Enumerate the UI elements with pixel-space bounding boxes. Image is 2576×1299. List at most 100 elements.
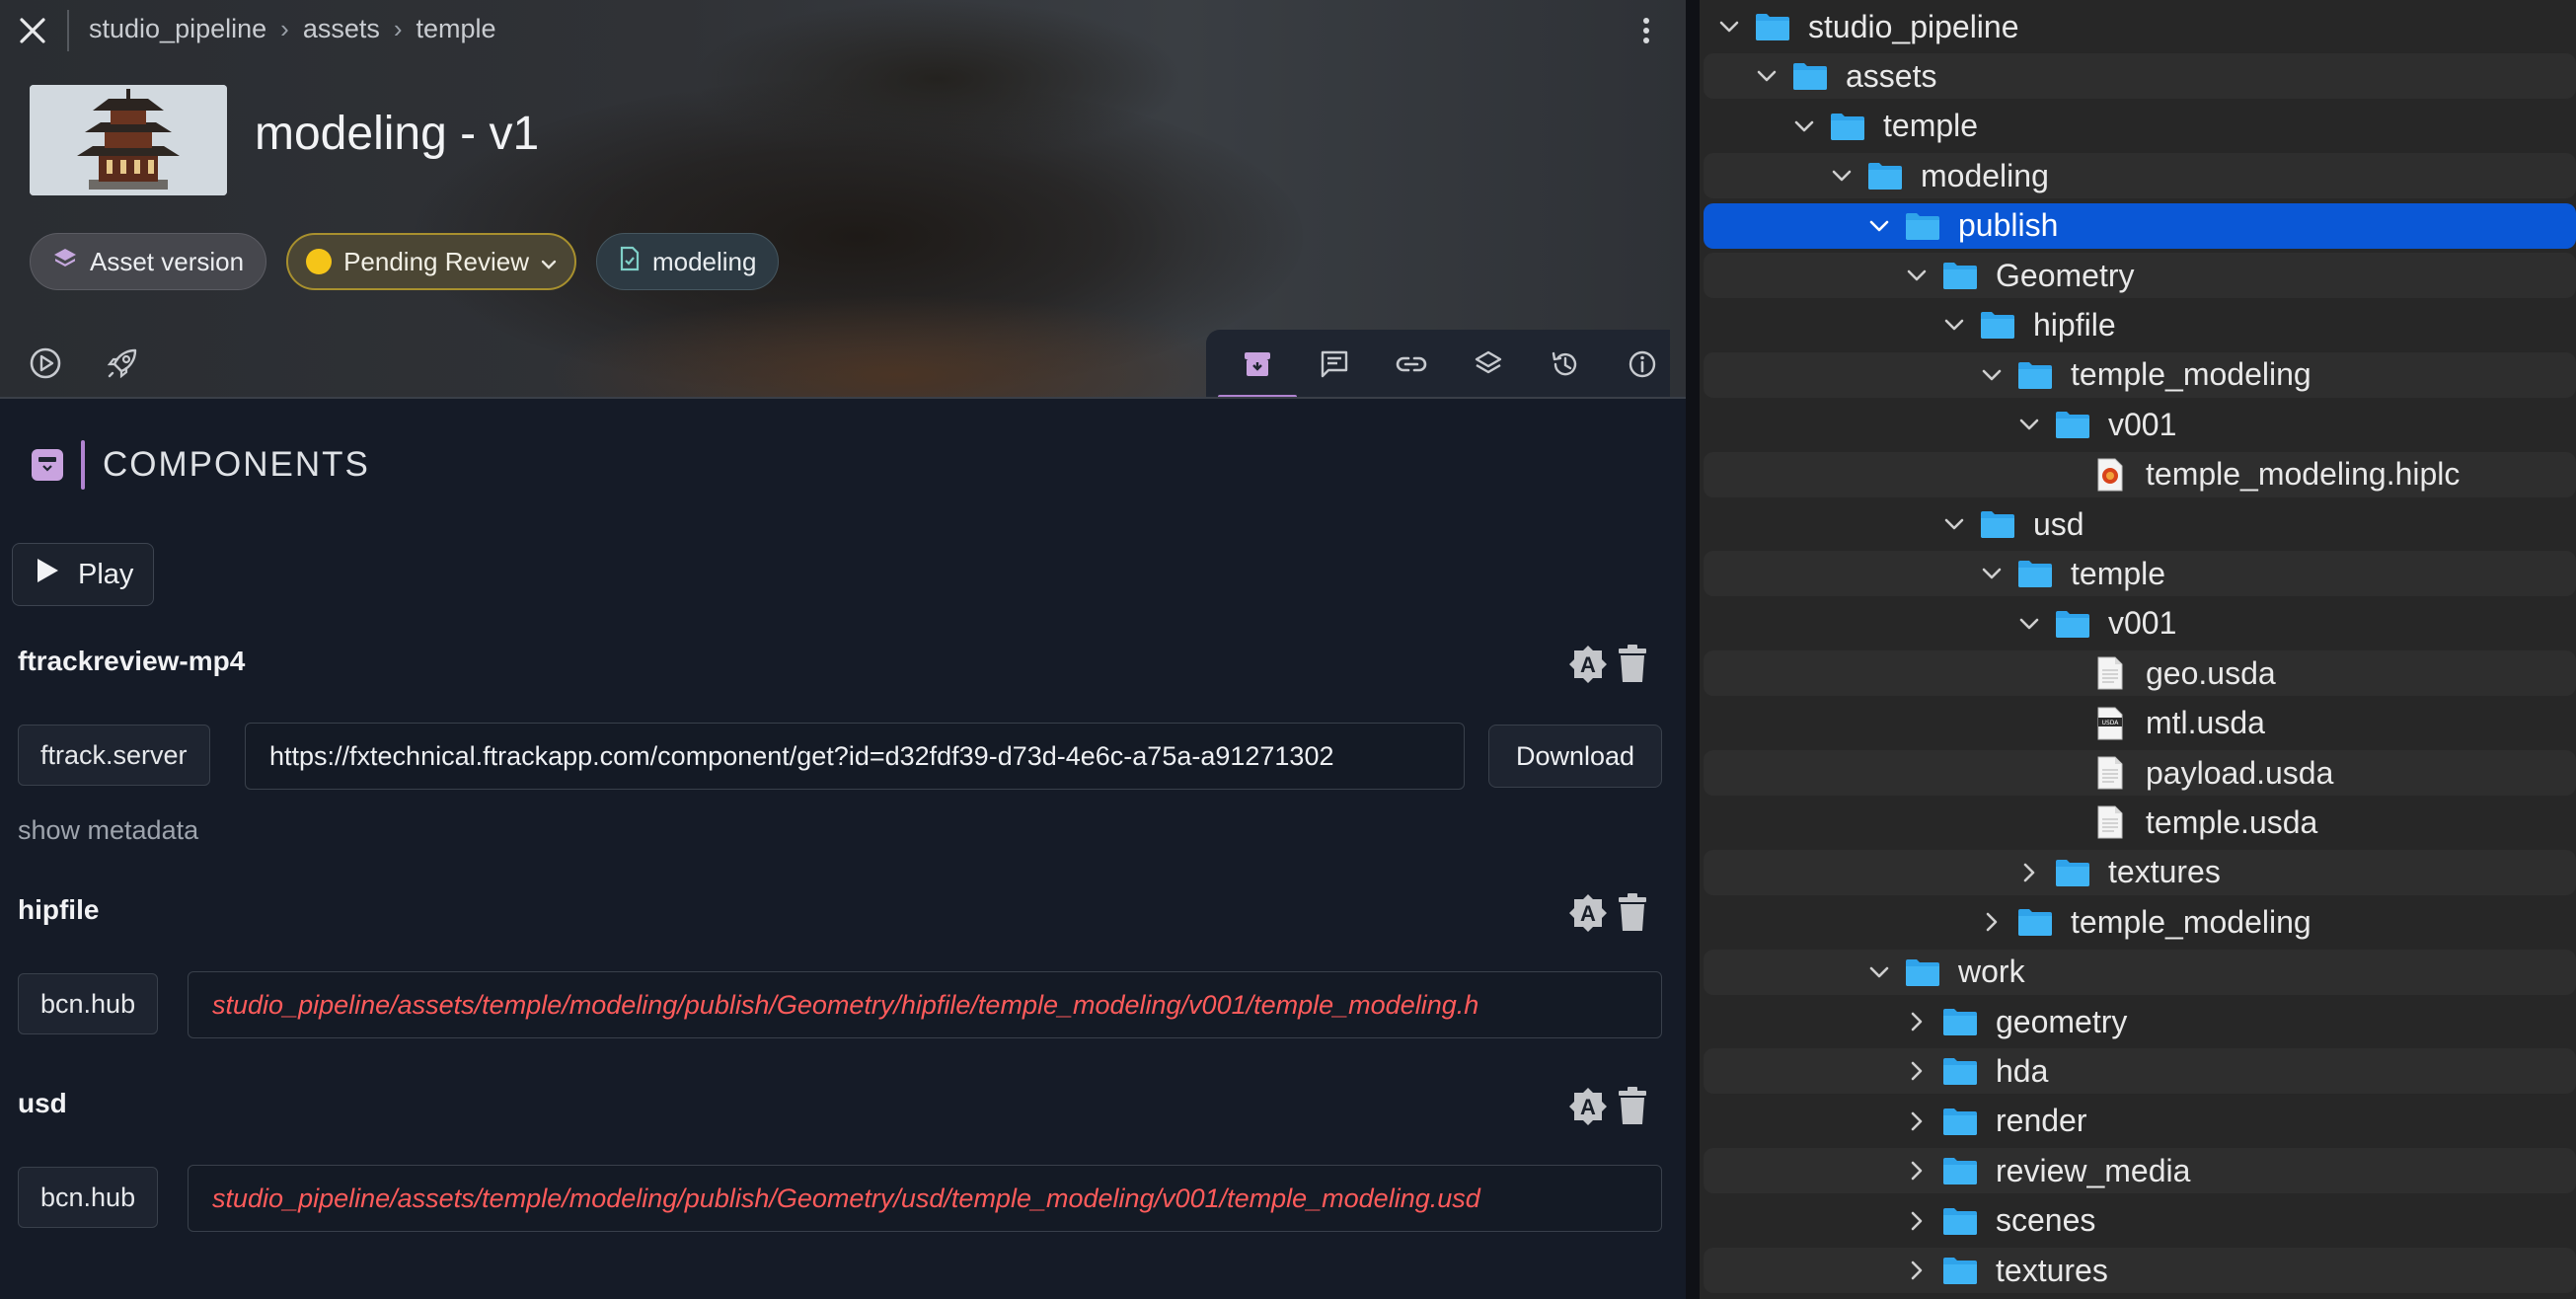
tree-file-row[interactable]: temple_modeling.hiplc <box>1704 451 2576 497</box>
history-icon[interactable] <box>1544 343 1587 386</box>
tree-folder-row[interactable]: studio_pipeline <box>1704 4 2576 49</box>
tree-file-row[interactable]: payload.usda <box>1704 750 2576 796</box>
tree-folder-row[interactable]: geometry <box>1704 999 2576 1044</box>
folder-icon <box>1755 12 1790 41</box>
tree-folder-row[interactable]: scenes <box>1704 1198 2576 1244</box>
tree-folder-row[interactable]: review_media <box>1704 1148 2576 1194</box>
folder-icon <box>2055 858 2090 887</box>
chevron-down-icon[interactable] <box>1792 115 1816 138</box>
tree-file-row[interactable]: geo.usda <box>1704 650 2576 697</box>
notes-icon[interactable] <box>1313 343 1356 386</box>
links-icon[interactable] <box>1390 343 1433 386</box>
folder-icon <box>1905 211 1940 241</box>
tree-item-label: work <box>1958 954 2025 990</box>
tree-folder-row[interactable]: modeling <box>1704 153 2576 199</box>
folder-icon <box>2017 907 2053 937</box>
tree-item-label: temple_modeling <box>2071 903 2311 940</box>
tree-folder-row[interactable]: temple <box>1704 104 2576 149</box>
tree-folder-row[interactable]: textures <box>1704 1248 2576 1293</box>
status-dropdown[interactable]: Pending Review <box>286 233 576 290</box>
chevron-down-icon[interactable] <box>1905 264 1929 287</box>
folder-icon <box>2017 360 2053 390</box>
tree-file-row[interactable]: USDA mtl.usda <box>1704 701 2576 746</box>
panel-divider[interactable] <box>1686 0 1700 1299</box>
chevron-right-icon[interactable] <box>1980 910 2004 934</box>
svg-text:A: A <box>1580 901 1596 926</box>
chevron-down-icon[interactable] <box>1980 562 2004 585</box>
tree-folder-row[interactable]: v001 <box>1704 601 2576 647</box>
tree-folder-row[interactable]: Geometry <box>1704 253 2576 298</box>
chevron-down-icon[interactable] <box>2017 612 2041 636</box>
chevron-down-icon[interactable] <box>1867 214 1891 238</box>
more-options-icon[interactable] <box>1634 14 1658 47</box>
folder-icon <box>2055 609 2090 639</box>
tree-folder-row[interactable]: temple_modeling <box>1704 351 2576 398</box>
chevron-right-icon[interactable] <box>1905 1109 1929 1133</box>
auto-icon[interactable]: A <box>1567 892 1609 939</box>
divider <box>0 397 1686 399</box>
chevron-right-icon[interactable] <box>2017 861 2041 884</box>
folder-icon <box>1792 61 1828 91</box>
tree-item-label: temple.usda <box>2146 803 2318 840</box>
tree-folder-row[interactable]: temple <box>1704 551 2576 597</box>
svg-text:A: A <box>1580 1095 1596 1119</box>
tree-folder-row[interactable]: publish <box>1704 202 2576 249</box>
asset-version-chip[interactable]: Asset version <box>30 233 267 290</box>
folder-icon <box>1867 161 1903 191</box>
type-chip[interactable]: modeling <box>595 233 780 290</box>
folder-icon <box>1942 261 1978 290</box>
layers-icon[interactable] <box>1467 343 1510 386</box>
tree-item-label: v001 <box>2108 406 2177 442</box>
close-icon[interactable] <box>14 12 51 49</box>
chevron-right-icon[interactable] <box>1905 1209 1929 1233</box>
trash-icon[interactable] <box>1617 893 1648 938</box>
tree-folder-row[interactable]: v001 <box>1704 402 2576 447</box>
version-header: studio_pipeline › assets › temple modeli… <box>0 0 1686 399</box>
trash-icon[interactable] <box>1617 645 1648 689</box>
components-icon[interactable] <box>1218 343 1297 399</box>
chevron-down-icon[interactable] <box>1942 512 1966 536</box>
component-path-field[interactable]: studio_pipeline/assets/temple/modeling/p… <box>188 971 1662 1038</box>
chevron-down-icon[interactable] <box>1830 164 1854 188</box>
chevron-right-icon[interactable] <box>1905 1010 1929 1033</box>
tree-folder-row[interactable]: temple_modeling <box>1704 899 2576 945</box>
play-button[interactable]: Play <box>12 543 154 606</box>
chevron-down-icon[interactable] <box>1867 960 1891 984</box>
rocket-icon[interactable] <box>105 345 140 381</box>
show-metadata-link[interactable]: show metadata <box>18 815 198 846</box>
chevron-right-icon[interactable] <box>1905 1259 1929 1282</box>
chevron-down-icon[interactable] <box>1717 15 1741 38</box>
tree-item-label: scenes <box>1996 1202 2096 1239</box>
chevron-right-icon: › <box>280 14 289 43</box>
tree-folder-row[interactable]: textures <box>1704 849 2576 895</box>
tree-file-row[interactable]: temple.usda <box>1704 800 2576 845</box>
tree-folder-row[interactable]: work <box>1704 949 2576 995</box>
tree-folder-row[interactable]: render <box>1704 1099 2576 1144</box>
play-circle-icon[interactable] <box>28 345 63 381</box>
chevron-down-icon[interactable] <box>1755 64 1779 88</box>
chevron-down-icon[interactable] <box>1980 363 2004 387</box>
chevron-down-icon[interactable] <box>2017 413 2041 436</box>
chevron-right-icon[interactable] <box>1905 1159 1929 1183</box>
chevron-down-icon[interactable] <box>1942 313 1966 337</box>
component-name: ftrackreview-mp4 <box>18 646 246 676</box>
download-button[interactable]: Download <box>1488 725 1662 788</box>
tree-folder-row[interactable]: assets <box>1704 53 2576 100</box>
auto-icon[interactable]: A <box>1567 644 1609 690</box>
breadcrumb-item[interactable]: temple <box>417 14 496 44</box>
tree-folder-row[interactable]: hipfile <box>1704 302 2576 347</box>
auto-icon[interactable]: A <box>1567 1086 1609 1132</box>
svg-text:A: A <box>1580 652 1596 677</box>
component-path-field[interactable]: studio_pipeline/assets/temple/modeling/p… <box>188 1165 1662 1232</box>
trash-icon[interactable] <box>1617 1087 1648 1131</box>
breadcrumb-item[interactable]: studio_pipeline <box>89 14 266 44</box>
info-icon[interactable] <box>1621 343 1664 386</box>
component-name: hipfile <box>18 894 100 925</box>
document-icon <box>2096 756 2124 790</box>
tree-folder-row[interactable]: hda <box>1704 1048 2576 1095</box>
component-path-field[interactable]: https://fxtechnical.ftrackapp.com/compon… <box>245 723 1465 790</box>
chevron-right-icon[interactable] <box>1905 1059 1929 1083</box>
tree-item-label: usd <box>2033 505 2084 542</box>
breadcrumb-item[interactable]: assets <box>303 14 380 44</box>
tree-folder-row[interactable]: usd <box>1704 501 2576 547</box>
